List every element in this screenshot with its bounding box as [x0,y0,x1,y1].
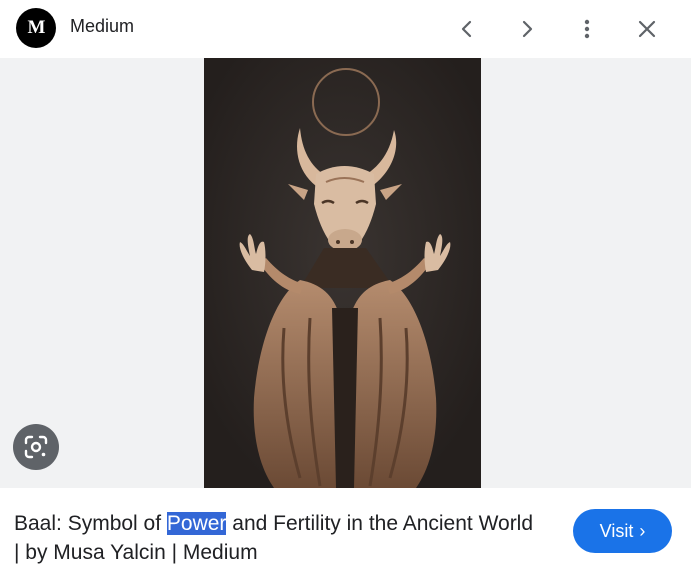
highlighted-search-term: Power [166,512,227,535]
source-name[interactable]: Medium [70,16,134,37]
chevron-left-icon [461,20,472,38]
previous-button[interactable] [447,9,487,49]
close-icon [638,20,656,38]
medium-logo[interactable]: M [16,8,56,48]
chevron-right-icon [522,20,533,38]
title-text-before: Baal: Symbol of [14,512,167,535]
next-button[interactable] [507,9,547,49]
visit-button[interactable]: Visit › [573,509,672,553]
result-title[interactable]: Baal: Symbol of Power and Fertility in t… [14,509,534,567]
medium-logo-text: M [27,17,46,38]
result-header: M Medium [0,0,691,58]
more-vert-icon [584,19,590,39]
more-options-button[interactable] [567,9,607,49]
image-preview-panel [0,58,691,488]
result-image[interactable] [204,58,481,488]
google-lens-button[interactable] [13,424,59,470]
google-lens-icon [24,435,48,459]
chevron-right-icon: › [639,520,646,541]
visit-label: Visit [599,520,634,541]
baal-figure-illustration [204,58,481,488]
close-button[interactable] [627,9,667,49]
